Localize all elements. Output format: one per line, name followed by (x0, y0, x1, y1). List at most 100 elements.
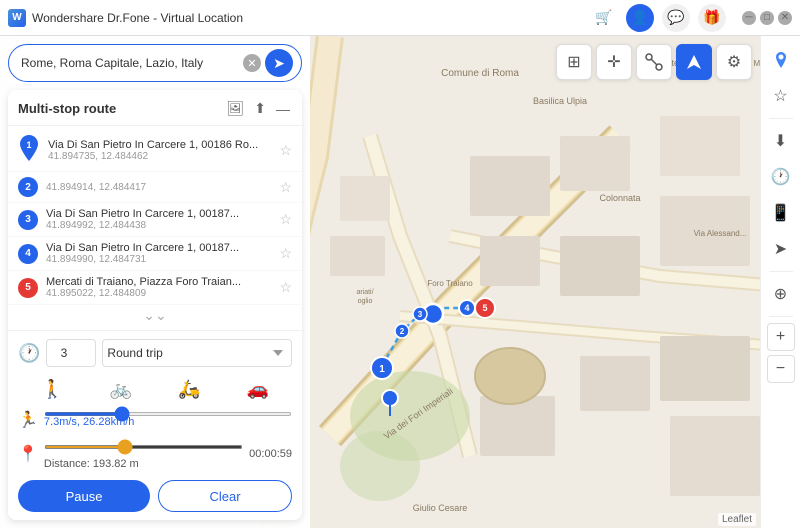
distance-slider-container: Distance: 193.82 m (44, 436, 243, 472)
app-title: Wondershare Dr.Fone - Virtual Location (32, 11, 590, 25)
app-icon: W (8, 9, 26, 27)
stop-favorite-button[interactable]: ☆ (279, 279, 292, 296)
speed-row: 🏃 7.3m/s, 26.28km/h (18, 410, 292, 430)
settings-tool-button[interactable]: ⚙ (716, 44, 752, 80)
stop-info: Mercati di Traiano, Piazza Foro Traian..… (46, 276, 275, 299)
stop-favorite-button[interactable]: ☆ (279, 211, 292, 228)
stop-info: Via Di San Pietro In Carcere 1, 00187...… (46, 208, 275, 231)
help-button[interactable]: 💬 (662, 4, 690, 32)
gift-button[interactable]: 🎁 (698, 4, 726, 32)
stop-coords: 41.895022, 12.484809 (46, 288, 275, 299)
map-right-sidebar: ☆ ⬇ 🕐 📱 ➤ ⊕ + − (760, 36, 800, 528)
minimize-panel-button[interactable]: — (274, 99, 292, 119)
walk-mode-button[interactable]: 🚶 (33, 375, 71, 404)
search-bar: ✕ ➤ (8, 44, 302, 82)
distance-row: 📍 Distance: 193.82 m 00:00:59 (18, 436, 292, 472)
svg-text:Comune di Roma: Comune di Roma (441, 68, 519, 79)
scooter-mode-button[interactable]: 🛵 (170, 375, 208, 404)
close-button[interactable]: ✕ (778, 11, 792, 25)
stop-info: 41.894914, 12.484417 (46, 182, 275, 193)
car-mode-button[interactable]: 🚗 (239, 375, 277, 404)
distance-slider[interactable] (44, 445, 243, 449)
direction-tool-button[interactable] (676, 44, 712, 80)
route-stop-item: 2 41.894914, 12.484417 ☆ (8, 172, 302, 203)
stop-number-badge: 4 (18, 244, 38, 264)
stop-coords: 41.894914, 12.484417 (46, 182, 275, 193)
route-stop-item: 3 Via Di San Pietro In Carcere 1, 00187.… (8, 203, 302, 237)
cart-button[interactable]: 🛒 (590, 4, 618, 32)
svg-text:Colonnata: Colonnata (599, 193, 640, 203)
crosshair-tool-button[interactable]: ✛ (596, 44, 632, 80)
route-panel-title: Multi-stop route (18, 101, 224, 116)
main-area: 1 2 3 4 5 Via dei Fori Imperiali Colonna… (0, 36, 800, 528)
speedometer-icon: 🏃 (18, 410, 38, 430)
add-route-button[interactable]: 🖼 (224, 98, 246, 119)
time-label: 00:00:59 (249, 448, 292, 460)
export-route-button[interactable]: ⬆ (252, 98, 268, 119)
search-go-button[interactable]: ➤ (265, 49, 293, 77)
google-maps-button[interactable] (765, 44, 797, 76)
route-tool-button[interactable] (636, 44, 672, 80)
stop-address: Via Di San Pietro In Carcere 1, 00186 Ro… (48, 139, 275, 151)
stop-coords: 41.894735, 12.484462 (48, 151, 275, 162)
grid-tool-button[interactable]: ⊞ (556, 44, 592, 80)
svg-text:5: 5 (482, 303, 487, 313)
device-button[interactable]: 📱 (765, 197, 797, 229)
stop-coords: 41.894990, 12.484731 (46, 254, 275, 265)
action-buttons: Pause Clear (18, 480, 292, 512)
repeat-count-input[interactable] (46, 339, 96, 367)
route-stop-item: 5 Mercati di Traiano, Piazza Foro Traian… (8, 271, 302, 305)
speed-label: 7.3m/s, 26.28km/h (44, 416, 292, 428)
zoom-in-button[interactable]: + (767, 323, 795, 351)
window-controls: ─ □ ✕ (742, 11, 792, 25)
stop-favorite-button[interactable]: ☆ (279, 245, 292, 262)
stop-address: Mercati di Traiano, Piazza Foro Traian..… (46, 276, 275, 288)
leaflet-attribution: Leaflet (718, 513, 756, 526)
more-stops-indicator[interactable]: ⌄⌄ (8, 305, 302, 326)
route-stop-item: 1 Via Di San Pietro In Carcere 1, 00186 … (8, 130, 302, 172)
pause-button[interactable]: Pause (18, 480, 150, 512)
search-input[interactable] (21, 56, 243, 70)
search-clear-button[interactable]: ✕ (243, 54, 261, 72)
clock-icon: 🕐 (18, 343, 40, 364)
download-button[interactable]: ⬇ (765, 125, 797, 157)
favorite-button[interactable]: ☆ (765, 80, 797, 112)
stop-number-badge: 2 (18, 177, 38, 197)
route-panel-header: Multi-stop route 🖼 ⬆ — (8, 90, 302, 126)
title-bar-actions: 🛒 👤 💬 🎁 ─ □ ✕ (590, 4, 792, 32)
svg-text:Foro Traiano: Foro Traiano (427, 279, 473, 288)
transport-mode-row: 🚶 🚲 🛵 🚗 (18, 375, 292, 404)
navigate-button[interactable]: ➤ (765, 233, 797, 265)
route-controls: 🕐 Round trip One way Loop 🚶 🚲 🛵 🚗 (8, 330, 302, 520)
svg-text:Giulio Cesare: Giulio Cesare (413, 503, 468, 513)
svg-text:Via Alessand...: Via Alessand... (694, 229, 747, 238)
stop-favorite-button[interactable]: ☆ (279, 179, 292, 196)
stop-number-badge: 5 (18, 278, 38, 298)
user-button[interactable]: 👤 (626, 4, 654, 32)
svg-text:oglio: oglio (358, 298, 373, 305)
minimize-button[interactable]: ─ (742, 11, 756, 25)
svg-text:1: 1 (379, 364, 385, 375)
title-bar: W Wondershare Dr.Fone - Virtual Location… (0, 0, 800, 36)
location-target-button[interactable]: ⊕ (765, 278, 797, 310)
stop-favorite-button[interactable]: ☆ (279, 142, 292, 159)
stop-info: Via Di San Pietro In Carcere 1, 00187...… (46, 242, 275, 265)
map-toolbar: ⊞ ✛ ⚙ (556, 44, 752, 80)
svg-text:3: 3 (418, 310, 423, 319)
history-button[interactable]: 🕐 (765, 161, 797, 193)
svg-text:2: 2 (400, 327, 405, 336)
svg-text:ariati/: ariati/ (356, 289, 373, 296)
stop-address: Via Di San Pietro In Carcere 1, 00187... (46, 242, 275, 254)
sidebar-divider-2 (769, 271, 793, 272)
location-icon: 📍 (18, 444, 38, 464)
bike-mode-button[interactable]: 🚲 (102, 375, 140, 404)
trip-type-select[interactable]: Round trip One way Loop (102, 339, 292, 367)
clear-button[interactable]: Clear (158, 480, 292, 512)
sidebar-divider (769, 118, 793, 119)
controls-row-1: 🕐 Round trip One way Loop (18, 339, 292, 367)
zoom-out-button[interactable]: − (767, 355, 795, 383)
svg-text:Basilica Ulpia: Basilica Ulpia (533, 96, 587, 106)
maximize-button[interactable]: □ (760, 11, 774, 25)
svg-text:1: 1 (26, 140, 31, 150)
svg-text:4: 4 (464, 303, 469, 313)
